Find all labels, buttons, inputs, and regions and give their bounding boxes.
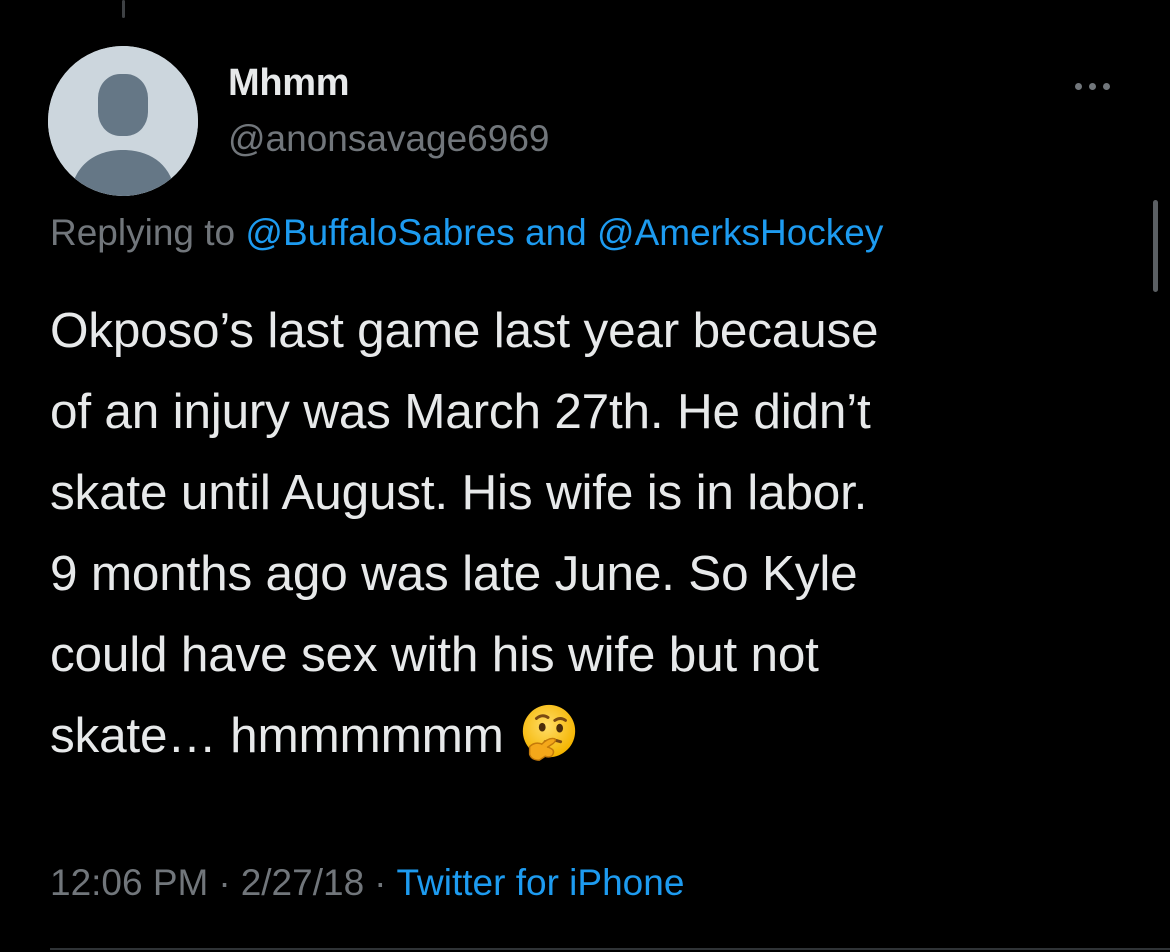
reply-mention-buffalosabres[interactable]: @BuffaloSabres <box>245 212 514 253</box>
tweet-metadata: 12:06 PM · 2/27/18 · Twitter for iPhone <box>50 862 684 904</box>
default-avatar-icon <box>48 46 198 196</box>
thinking-face-icon <box>522 704 575 761</box>
meta-separator: · <box>374 862 387 903</box>
scrollbar[interactable] <box>1153 200 1158 292</box>
more-icon-dot <box>1102 82 1110 90</box>
display-name[interactable]: Mhmm <box>228 62 350 105</box>
more-icon-dot <box>1088 82 1096 90</box>
reply-mention-amerkshockey[interactable]: @AmerksHockey <box>597 212 883 253</box>
thread-connector-line <box>122 0 125 18</box>
more-options-button[interactable] <box>1064 72 1120 100</box>
replying-to-label: Replying to <box>50 212 236 253</box>
tweet-text-line: 9 months ago was late June. So Kyle <box>50 546 858 601</box>
more-icon-dot <box>1074 82 1082 90</box>
tweet-source-link[interactable]: Twitter for iPhone <box>396 862 684 903</box>
tweet-time[interactable]: 12:06 PM <box>50 862 208 903</box>
tweet-text: Okposo’s last game last year because of … <box>50 290 1130 776</box>
avatar[interactable] <box>48 46 198 196</box>
tweet-text-line: skate… hmmmmmm <box>50 708 504 763</box>
meta-separator: · <box>218 862 231 903</box>
tweet-text-line: of an injury was March 27th. He didn’t <box>50 384 871 439</box>
tweet-text-line: skate until August. His wife is in labor… <box>50 465 868 520</box>
reply-mention-joiner[interactable]: and <box>525 212 587 253</box>
tweet-date[interactable]: 2/27/18 <box>241 862 364 903</box>
tweet-text-line: could have sex with his wife but not <box>50 627 819 682</box>
tweet-text-last-line: skate… hmmmmmm <box>50 695 1130 776</box>
replying-to-line: Replying to @BuffaloSabres and @AmerksHo… <box>50 212 883 254</box>
divider <box>50 948 1170 950</box>
tweet-text-line: Okposo’s last game last year because <box>50 303 879 358</box>
user-handle[interactable]: @anonsavage6969 <box>228 118 550 160</box>
